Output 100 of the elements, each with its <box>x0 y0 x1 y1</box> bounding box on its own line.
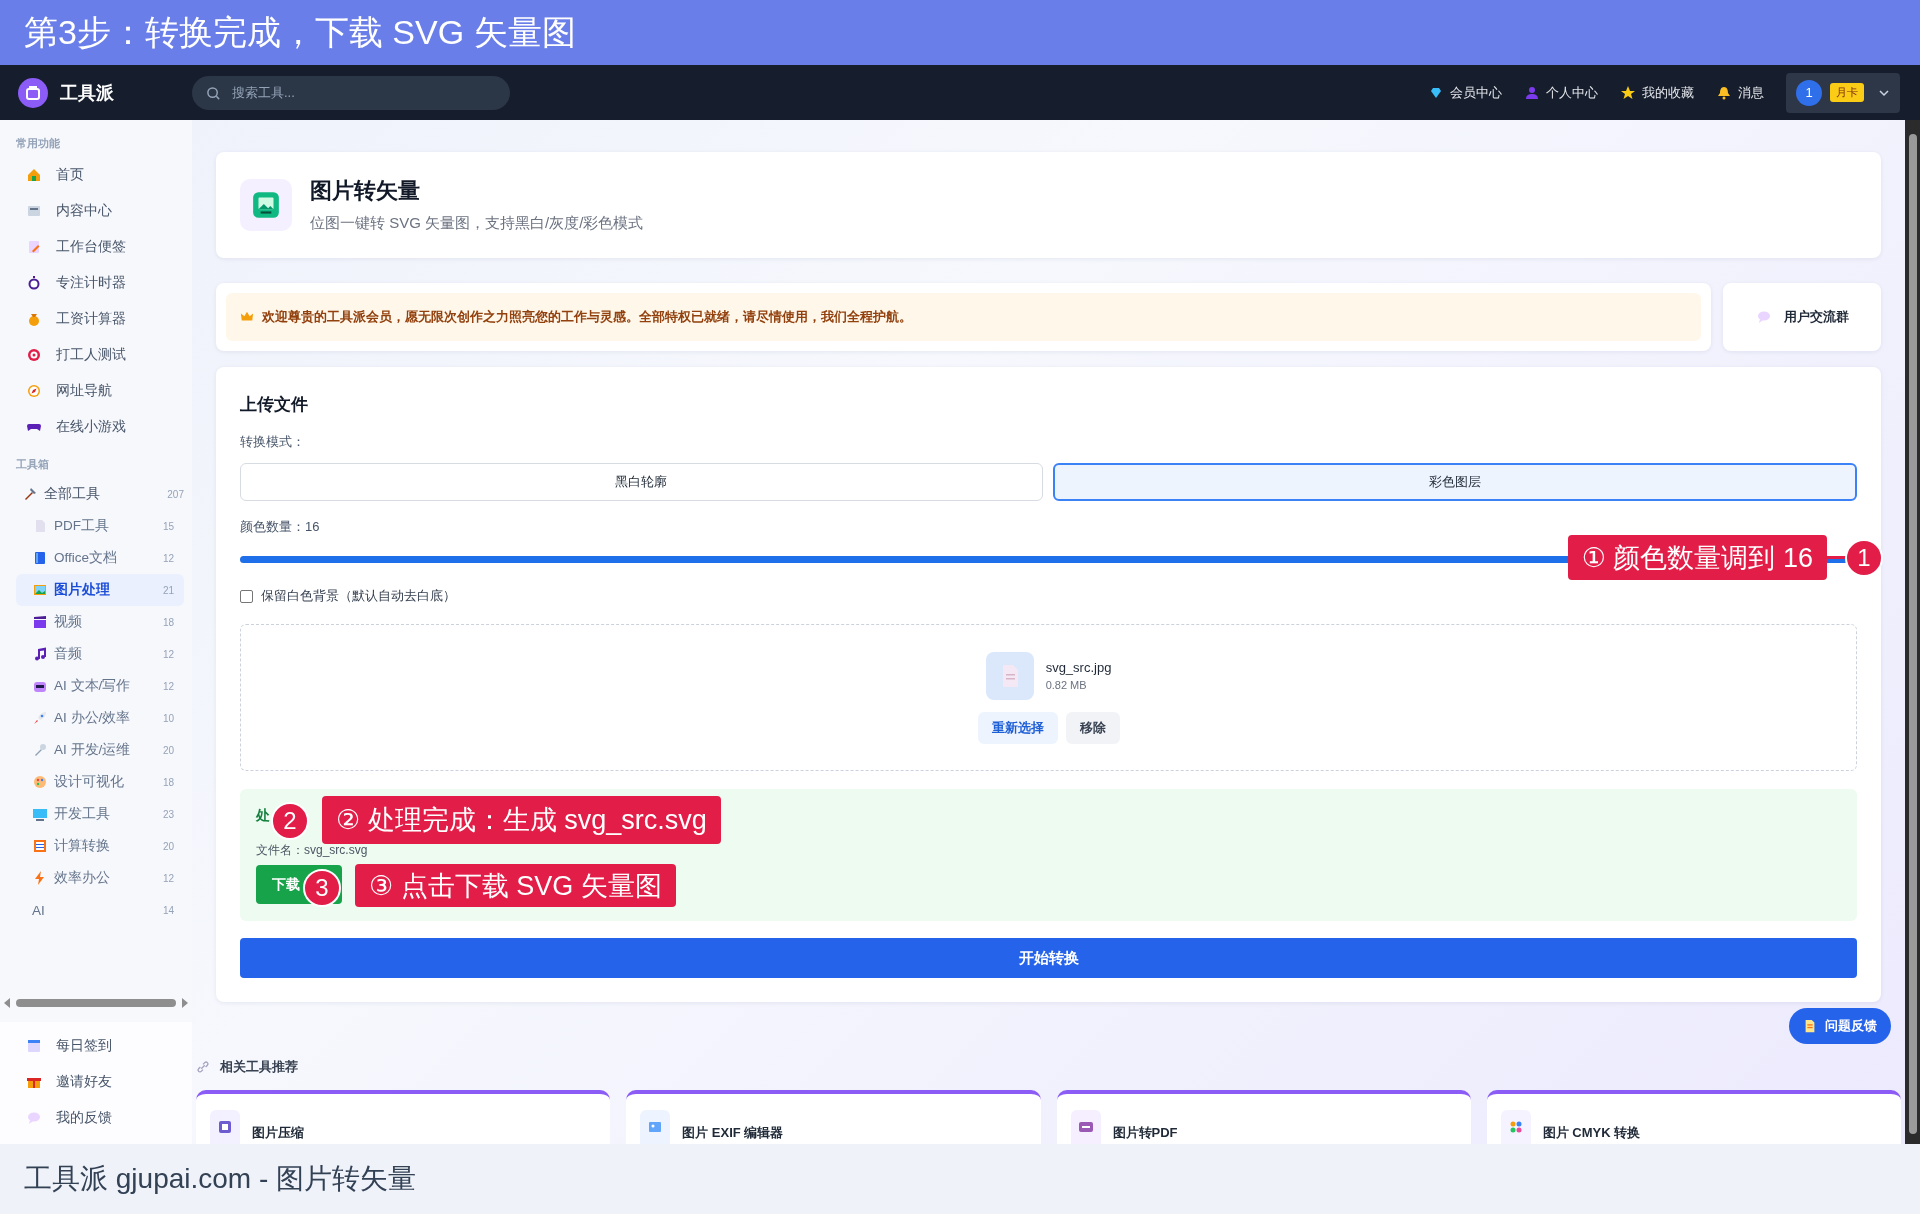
money-bag-icon <box>26 311 42 327</box>
link-icon <box>196 1060 210 1074</box>
sidebar-item[interactable]: 专注计时器 <box>16 265 184 301</box>
image-tile-icon <box>240 178 292 231</box>
document-icon <box>1803 1019 1817 1033</box>
mode-option[interactable]: 黑白轮廓 <box>240 463 1043 501</box>
vertical-scrollbar[interactable] <box>1905 120 1920 1144</box>
calendar-icon <box>26 1038 42 1054</box>
result-filename: 文件名：svg_src.svg <box>256 842 368 859</box>
search-field[interactable]: 搜索工具... <box>192 75 510 110</box>
checkbox[interactable] <box>240 589 253 603</box>
user-menu[interactable]: 1 月卡 <box>1786 72 1900 113</box>
note-icon <box>26 239 42 255</box>
file-icon <box>985 651 1034 700</box>
field-label: 转换模式： <box>240 433 306 451</box>
section-title: 常用功能 <box>16 136 61 151</box>
membership-badge: 月卡 <box>1830 83 1864 102</box>
sidebar-item[interactable]: 工作台便签 <box>16 229 184 265</box>
step-tooltip: ② 处理完成：生成 svg_src.svg <box>322 796 721 844</box>
sidebar-item[interactable]: 网址导航 <box>16 373 184 409</box>
tree-item[interactable]: 图片处理 21 <box>16 574 184 606</box>
banner-title: 第3步：转换完成，下载 SVG 矢量图 <box>24 11 576 53</box>
star-icon <box>1620 84 1636 101</box>
step-tooltip: ① 颜色数量调到 16 <box>1567 535 1827 580</box>
sidebar-item[interactable]: 邀请好友 <box>16 1064 192 1100</box>
user-avatar: 1 <box>1796 79 1822 106</box>
field-label: 颜色数量：16 <box>240 518 321 536</box>
palette-icon <box>32 774 48 790</box>
house-icon <box>26 167 42 183</box>
tree-item[interactable]: PDF工具 15 <box>16 510 184 542</box>
file-action-button[interactable]: 重新选择 <box>977 711 1058 744</box>
tree-item[interactable]: 计算转换 20 <box>16 830 184 862</box>
related-tool-card[interactable]: 图片转PDF <box>1056 1090 1471 1144</box>
sidebar-item[interactable]: 打工人测试 <box>16 337 184 373</box>
start-button[interactable]: 开始转换 <box>240 938 1857 978</box>
compass-icon <box>26 383 42 399</box>
related-tool-card[interactable]: 图片 EXIF 编辑器 <box>626 1090 1041 1144</box>
stopwatch-icon <box>26 275 42 291</box>
sidebar-item[interactable]: 每日签到 <box>16 1028 192 1064</box>
pdf-icon <box>1077 1119 1094 1135</box>
tree-item[interactable]: AI 开发/运维 20 <box>16 734 184 766</box>
sidebar-item[interactable]: 首页 <box>16 157 184 193</box>
section-heading: 相关工具推荐 <box>220 1058 298 1076</box>
file-size: 0.82 MB <box>1045 679 1088 691</box>
checkbox-label: 保留白色背景（默认自动去白底） <box>261 587 456 605</box>
newspaper-icon <box>26 203 42 219</box>
step-tooltip: ③ 点击下载 SVG 矢量图 <box>355 864 676 907</box>
tree-item[interactable]: 设计可视化 18 <box>16 766 184 798</box>
nav-link[interactable]: 个人中心 <box>1524 83 1598 102</box>
mode-option[interactable]: 彩色图层 <box>1052 463 1857 501</box>
tree-item[interactable]: AI 办公/效率 10 <box>16 702 184 734</box>
nav-link[interactable]: 会员中心 <box>1428 83 1502 102</box>
target-icon <box>26 347 42 363</box>
tree-item[interactable]: AI 14 <box>16 894 184 926</box>
sidebar-item[interactable]: 内容中心 <box>16 193 184 229</box>
tool-title: 图片压缩 <box>252 1124 304 1142</box>
step-number-tooltip: 2 <box>271 802 309 840</box>
music-note-icon <box>32 646 48 662</box>
page-title: 图片转矢量 <box>310 177 421 206</box>
search-icon <box>206 85 221 101</box>
step-number-tooltip: 1 <box>1845 538 1883 577</box>
section-title: 工具箱 <box>16 457 50 472</box>
tree-item[interactable]: 开发工具 23 <box>16 798 184 830</box>
notice-text: 欢迎尊贵的工具派会员，愿无限次创作之力照亮您的工作与灵感。全部特权已就绪，请尽情使用，我们全程护航。 <box>262 307 912 326</box>
logo-icon <box>18 77 48 108</box>
tree-item[interactable]: 视频 18 <box>16 606 184 638</box>
tool-title: 图片 EXIF 编辑器 <box>682 1124 784 1142</box>
feedback-button[interactable]: 问题反馈 <box>1789 1008 1891 1044</box>
nav-link[interactable]: 我的收藏 <box>1620 83 1694 102</box>
nav-link[interactable]: 消息 <box>1716 83 1764 102</box>
sidebar-item[interactable]: 工资计算器 <box>16 301 184 337</box>
picture-icon <box>32 582 48 598</box>
caption-text: 工具派 gjupai.com - 图片转矢量 <box>24 1162 417 1196</box>
rocket-icon <box>32 710 48 726</box>
tree-item[interactable]: AI 文本/写作 12 <box>16 670 184 702</box>
bell-icon <box>1716 84 1732 101</box>
file-action-button[interactable]: 移除 <box>1065 711 1120 744</box>
tree-item[interactable]: 音频 12 <box>16 638 184 670</box>
brand-name[interactable]: 工具派 <box>60 80 114 105</box>
sidebar-item[interactable]: 我的反馈 <box>16 1100 192 1136</box>
speech-bubble-icon <box>26 1110 42 1126</box>
tool-title: 图片转PDF <box>1112 1124 1178 1142</box>
tree-item[interactable]: 全部工具 207 <box>16 478 184 510</box>
person-icon <box>1524 84 1540 101</box>
dropzone[interactable]: svg_src.jpg 0.82 MB 重新选择 移除 <box>240 624 1857 771</box>
related-tool-card[interactable]: 图片压缩 <box>196 1090 611 1144</box>
monitor-icon <box>32 806 48 822</box>
tree-item[interactable]: Office文档 12 <box>16 542 184 574</box>
abacus-icon <box>32 838 48 854</box>
file-name: svg_src.jpg <box>1045 660 1112 675</box>
sidebar-item[interactable]: 在线小游戏 <box>16 409 184 445</box>
tool-title: 图片 CMYK 转换 <box>1542 1124 1641 1142</box>
section-heading: 上传文件 <box>240 394 309 416</box>
page-subtitle: 位图一键转 SVG 矢量图，支持黑白/灰度/彩色模式 <box>310 214 644 234</box>
related-tool-card[interactable]: 图片 CMYK 转换 <box>1486 1090 1901 1144</box>
tree-item[interactable]: 效率办公 12 <box>16 862 184 894</box>
clapperboard-icon <box>32 614 48 630</box>
book-icon <box>32 550 48 566</box>
photo-icon <box>647 1119 664 1135</box>
user-group-button[interactable]: 用户交流群 <box>1723 282 1881 351</box>
